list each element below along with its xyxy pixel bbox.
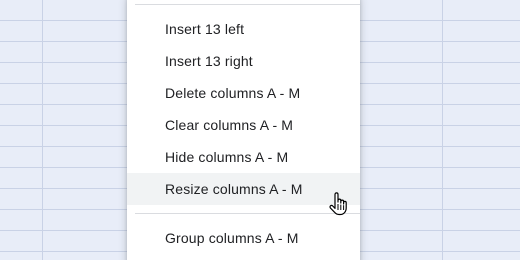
- column-context-menu: Insert 13 left Insert 13 right Delete co…: [127, 0, 360, 260]
- menu-item-label: Insert 13 right: [165, 53, 253, 69]
- menu-item-label: Insert 13 left: [165, 21, 245, 37]
- insert-right-menu-item[interactable]: Insert 13 right: [127, 45, 360, 77]
- menu-item-label: Resize columns A - M: [165, 181, 303, 197]
- menu-divider: [135, 4, 360, 5]
- menu-item-label: Group columns A - M: [165, 230, 299, 246]
- delete-columns-menu-item[interactable]: Delete columns A - M: [127, 77, 360, 109]
- menu-item-label: Clear columns A - M: [165, 117, 294, 133]
- group-columns-menu-item[interactable]: Group columns A - M: [127, 222, 360, 254]
- menu-item-label: Hide columns A - M: [165, 149, 289, 165]
- menu-divider: [135, 213, 360, 214]
- menu-item-label: Delete columns A - M: [165, 85, 301, 101]
- hide-columns-menu-item[interactable]: Hide columns A - M: [127, 141, 360, 173]
- clear-columns-menu-item[interactable]: Clear columns A - M: [127, 109, 360, 141]
- resize-columns-menu-item[interactable]: Resize columns A - M: [127, 173, 360, 205]
- insert-left-menu-item[interactable]: Insert 13 left: [127, 13, 360, 45]
- hand-pointer-icon: [329, 192, 347, 216]
